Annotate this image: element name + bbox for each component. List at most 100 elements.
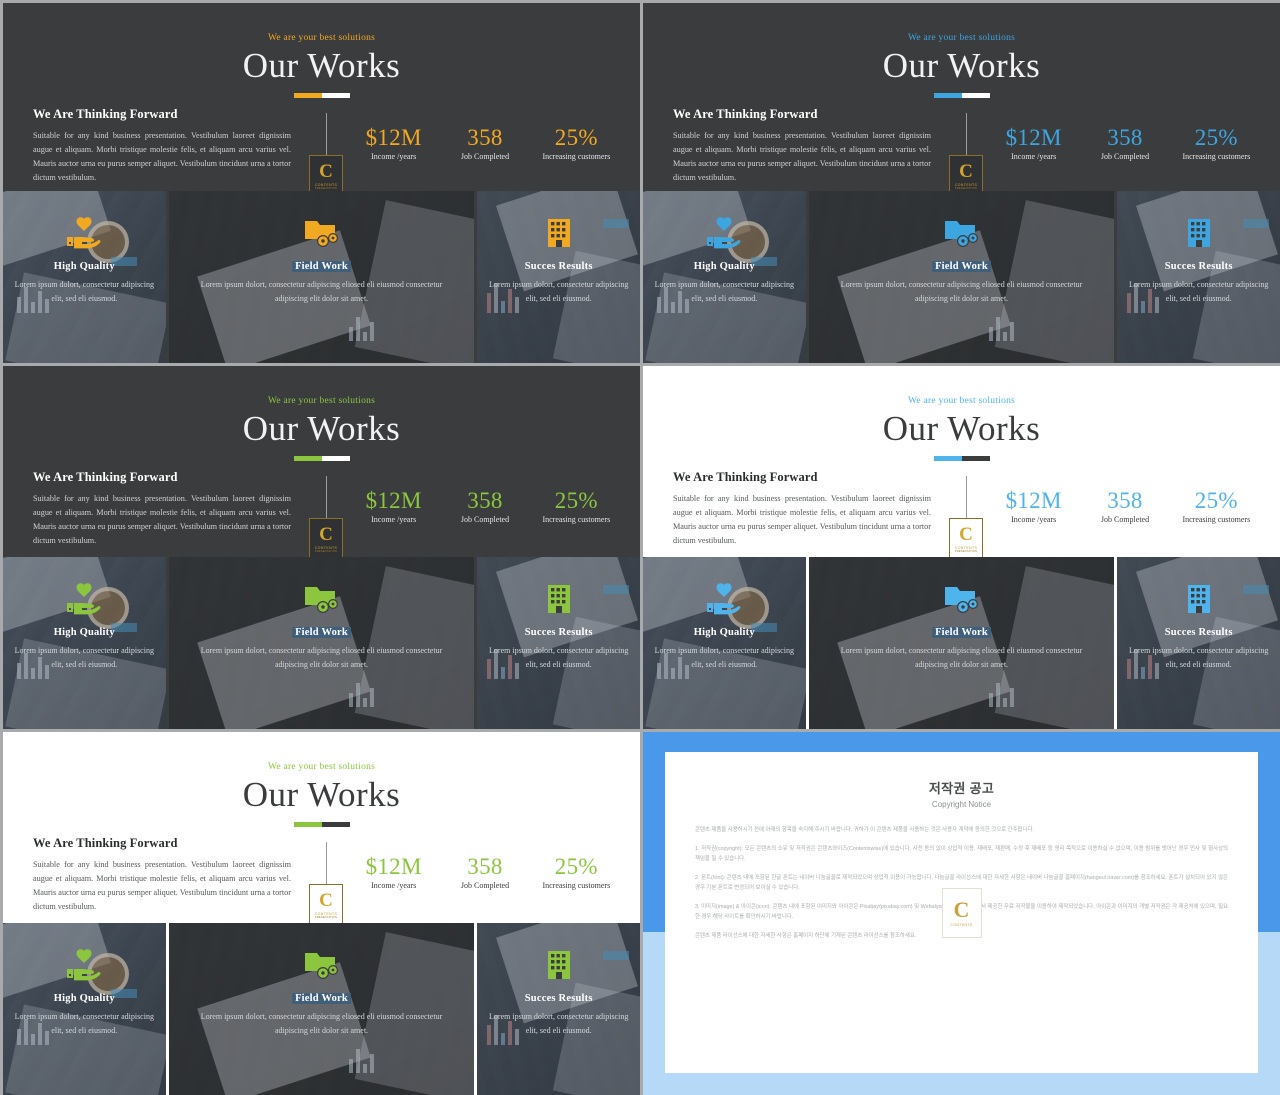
card-desc: Lorem ipsum dolort, consectetur adipisci…	[840, 646, 1083, 669]
stat-jobs: 358 Job Completed	[439, 488, 530, 524]
card-inner: Succes Results Lorem ipsum dolort, conse…	[477, 191, 640, 363]
intro-heading: We Are Thinking Forward	[33, 470, 178, 484]
feature-card-field-work[interactable]: Field Work Lorem ipsum dolort, consectet…	[808, 191, 1115, 363]
contents-tag: C CONTENTS PRESENTATION	[309, 842, 343, 926]
stats-row: $12M Income /years 358 Job Completed 25%…	[988, 488, 1262, 524]
card-inner: High Quality Lorem ipsum dolort, consect…	[3, 923, 166, 1095]
card-desc: Lorem ipsum dolort, consectetur adipisci…	[200, 1012, 443, 1035]
stat-caption: Job Completed	[460, 881, 510, 890]
stat-caption: Income /years	[1011, 515, 1057, 524]
feature-card-field-work[interactable]: Field Work Lorem ipsum dolort, consectet…	[168, 191, 475, 363]
feature-card-field-work[interactable]: Field Work Lorem ipsum dolort, consectet…	[168, 923, 475, 1095]
feature-cards: High Quality Lorem ipsum dolort, consect…	[643, 191, 1280, 363]
slide-eyebrow: We are your best solutions	[267, 762, 376, 772]
card-title: Succes Results	[524, 627, 593, 638]
slide-eyebrow: We are your best solutions	[267, 396, 376, 406]
stat-customers: 25% Increasing customers	[1171, 125, 1262, 161]
intro-heading: We Are Thinking Forward	[33, 836, 178, 850]
intro-block: We Are Thinking Forward Suitable for any…	[673, 107, 931, 185]
rule-second	[321, 93, 350, 98]
feature-card-succes-results[interactable]: Succes Results Lorem ipsum dolort, conse…	[1117, 557, 1280, 729]
stat-caption: Increasing customers	[1182, 515, 1251, 524]
stat-income: $12M Income /years	[988, 125, 1079, 161]
tag-sub: PRESENTATION	[314, 187, 338, 190]
feature-card-field-work[interactable]: Field Work Lorem ipsum dolort, consectet…	[808, 557, 1115, 729]
stats-row: $12M Income /years 358 Job Completed 25%…	[348, 488, 622, 524]
stat-caption: Increasing customers	[542, 881, 611, 890]
slide-green-light[interactable]: We are your best solutions Our Works We …	[3, 732, 640, 1095]
stat-value: 358	[467, 125, 503, 150]
feature-card-succes-results[interactable]: Succes Results Lorem ipsum dolort, conse…	[477, 191, 640, 363]
card-desc: Lorem ipsum dolort, consectetur adipisci…	[200, 280, 443, 303]
stat-customers: 25% Increasing customers	[531, 125, 622, 161]
stat-customers: 25% Increasing customers	[531, 488, 622, 524]
card-title: Succes Results	[524, 993, 593, 1004]
intro-heading: We Are Thinking Forward	[33, 107, 178, 121]
slide-blue-light[interactable]: We are your best solutions Our Works We …	[643, 366, 1280, 729]
card-title: High Quality	[693, 261, 755, 272]
feature-card-high-quality[interactable]: High Quality Lorem ipsum dolort, consect…	[3, 923, 166, 1095]
intro-body: Suitable for any kind business presentat…	[33, 860, 291, 912]
stat-caption: Income /years	[371, 152, 417, 161]
card-title: Field Work	[932, 261, 991, 272]
rule-accent	[933, 456, 962, 461]
tag-word: CONTENTS	[954, 182, 978, 187]
office-building-icon	[542, 213, 576, 253]
rule-accent	[933, 93, 962, 98]
watermark-word: CONTENTS	[950, 922, 973, 927]
stat-customers: 25% Increasing customers	[531, 854, 622, 890]
feature-card-succes-results[interactable]: Succes Results Lorem ipsum dolort, conse…	[1117, 191, 1280, 363]
card-title: Succes Results	[524, 261, 593, 272]
stat-income: $12M Income /years	[348, 488, 439, 524]
stat-income: $12M Income /years	[988, 488, 1079, 524]
feature-card-succes-results[interactable]: Succes Results Lorem ipsum dolort, conse…	[477, 557, 640, 729]
tag-sub: PRESENTATION	[314, 550, 338, 553]
stat-value: $12M	[1005, 488, 1062, 513]
stat-jobs: 358 Job Completed	[439, 125, 530, 161]
card-inner: Field Work Lorem ipsum dolort, consectet…	[809, 191, 1115, 363]
card-title: Field Work	[932, 627, 991, 638]
slide-orange-dark[interactable]: We are your best solutions Our Works We …	[3, 3, 640, 363]
card-inner: High Quality Lorem ipsum dolort, consect…	[3, 191, 166, 363]
card-title: High Quality	[53, 627, 115, 638]
tag-string	[325, 113, 327, 155]
feature-card-high-quality[interactable]: High Quality Lorem ipsum dolort, consect…	[643, 557, 806, 729]
tag-letter: C	[319, 890, 333, 911]
tag-word: CONTENTS	[314, 911, 338, 916]
office-building-icon	[542, 945, 576, 985]
tag-sub: PRESENTATION	[954, 187, 978, 190]
feature-card-high-quality[interactable]: High Quality Lorem ipsum dolort, consect…	[643, 191, 806, 363]
stat-jobs: 358 Job Completed	[439, 854, 530, 890]
feature-card-high-quality[interactable]: High Quality Lorem ipsum dolort, consect…	[3, 191, 166, 363]
card-title: Field Work	[292, 627, 351, 638]
rule-second	[961, 93, 990, 98]
copyright-paragraph: 1. 저작권(copyright): 모든 콘텐츠의 소유 및 저작권은 콘텐츠…	[695, 845, 1228, 863]
card-inner: Succes Results Lorem ipsum dolort, conse…	[1117, 191, 1280, 363]
card-title: Field Work	[292, 261, 351, 272]
intro-body: Suitable for any kind business presentat…	[673, 494, 931, 546]
card-title: Succes Results	[1164, 627, 1233, 638]
hand-holding-heart-icon	[704, 579, 744, 619]
stat-value: 25%	[554, 488, 598, 513]
slide-copyright-notice[interactable]: 저작권 공고 Copyright Notice 콘텐츠 제품을 사용하시기 전에…	[643, 732, 1280, 1095]
stat-caption: Increasing customers	[1182, 152, 1251, 161]
feature-cards: High Quality Lorem ipsum dolort, consect…	[643, 557, 1280, 729]
contents-tag: C CONTENTS PRESENTATION	[949, 113, 983, 197]
hand-holding-heart-icon	[704, 213, 744, 253]
card-inner: Field Work Lorem ipsum dolort, consectet…	[169, 923, 475, 1095]
contents-tag: C CONTENTS PRESENTATION	[949, 476, 983, 560]
hand-holding-heart-icon	[64, 213, 104, 253]
stat-caption: Job Completed	[1100, 152, 1150, 161]
feature-card-high-quality[interactable]: High Quality Lorem ipsum dolort, consect…	[3, 557, 166, 729]
slide-eyebrow: We are your best solutions	[267, 33, 376, 43]
card-inner: Succes Results Lorem ipsum dolort, conse…	[1117, 557, 1280, 729]
title-rule	[293, 456, 350, 461]
feature-card-succes-results[interactable]: Succes Results Lorem ipsum dolort, conse…	[477, 923, 640, 1095]
card-desc: Lorem ipsum dolort, consectetur adipisci…	[654, 280, 794, 303]
slide-grid: We are your best solutions Our Works We …	[0, 0, 1280, 1095]
slide-title: Our Works	[242, 775, 401, 814]
slide-blue-dark[interactable]: We are your best solutions Our Works We …	[643, 3, 1280, 363]
feature-card-field-work[interactable]: Field Work Lorem ipsum dolort, consectet…	[168, 557, 475, 729]
slide-green-dark[interactable]: We are your best solutions Our Works We …	[3, 366, 640, 729]
stat-value: 358	[1107, 125, 1143, 150]
